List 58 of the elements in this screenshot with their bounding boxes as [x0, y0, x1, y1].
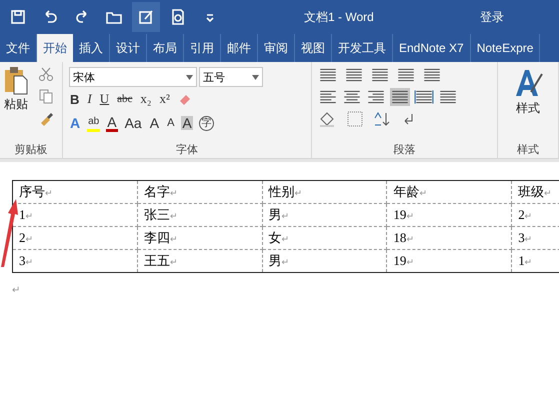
align-distributed-icon[interactable] — [414, 88, 434, 106]
edit-icon[interactable] — [137, 8, 155, 26]
font-effect-button[interactable]: A — [69, 116, 82, 130]
table-cell: 男↵ — [262, 250, 387, 272]
table-cell: 2↵ — [12, 226, 138, 250]
format-button[interactable]: U — [98, 91, 110, 107]
caret-icon[interactable] — [252, 74, 259, 80]
table-cell: 性别↵ — [262, 180, 387, 204]
group-label: 字体 — [175, 142, 199, 158]
align-center-icon[interactable] — [342, 88, 362, 106]
group-label: 样式 — [516, 142, 540, 158]
table-cell: 19↵ — [386, 204, 512, 226]
table-cell: 女↵ — [262, 226, 387, 250]
table-cell: 李四↵ — [137, 226, 262, 250]
group-label: 剪贴板 — [14, 142, 48, 158]
clipboard-icon[interactable] — [4, 66, 28, 96]
font-effect-button[interactable]: ab — [87, 114, 100, 132]
caret-icon[interactable] — [186, 74, 193, 80]
sign-in-link[interactable]: 登录 — [474, 8, 510, 26]
font-effect-button[interactable]: A — [166, 116, 176, 130]
format-button[interactable]: B — [69, 92, 80, 106]
format-button[interactable]: x² — [158, 91, 171, 107]
table-cell: 名字↵ — [137, 180, 262, 204]
ribbon-tab[interactable]: 开始 — [37, 34, 73, 62]
table-cell: 序号↵ — [12, 180, 138, 204]
table-cell: 3↵ — [12, 250, 138, 272]
font-effect-button[interactable]: Aa — [124, 116, 143, 130]
styles-button-label[interactable]: 样式 — [516, 100, 540, 117]
table-cell: 班级↵ — [512, 180, 559, 204]
print-preview-icon[interactable] — [169, 8, 187, 26]
font-size-field[interactable]: 五号 — [199, 67, 263, 87]
group-label: 段落 — [392, 142, 416, 158]
scissors-icon[interactable] — [38, 66, 54, 82]
copy-icon[interactable] — [38, 88, 54, 104]
window-title: 文档1 - Word — [304, 8, 375, 26]
format-button[interactable]: abc — [116, 93, 134, 105]
table-cell: 年龄↵ — [386, 180, 512, 204]
save-icon[interactable] — [9, 8, 27, 26]
format-button[interactable]: I — [86, 91, 93, 107]
font-effect-button[interactable]: A — [106, 114, 118, 132]
paste-label[interactable]: 粘贴 — [4, 96, 28, 113]
font-effect-button[interactable]: A — [148, 116, 160, 130]
font-effect-button[interactable]: A — [181, 116, 193, 130]
align-right-icon[interactable] — [366, 88, 386, 106]
font-name-field[interactable]: 宋体 — [69, 67, 197, 87]
table-cell: 19↵ — [386, 250, 512, 272]
borders-icon[interactable] — [346, 110, 364, 128]
sort-icon[interactable] — [372, 110, 392, 128]
align-left-icon[interactable] — [318, 88, 338, 106]
format-button[interactable]: x₂ — [139, 91, 152, 107]
paragraph-mark: ↵ — [12, 284, 20, 296]
table-cell: 张三↵ — [137, 204, 262, 226]
align-justify-icon[interactable] — [390, 88, 410, 106]
table-cell: 王五↵ — [137, 250, 262, 272]
font-effect-button[interactable]: 字 — [198, 116, 214, 130]
table-cell: 18↵ — [386, 226, 512, 250]
table-cell: 男↵ — [262, 204, 387, 226]
arrow-drawing — [0, 198, 20, 268]
